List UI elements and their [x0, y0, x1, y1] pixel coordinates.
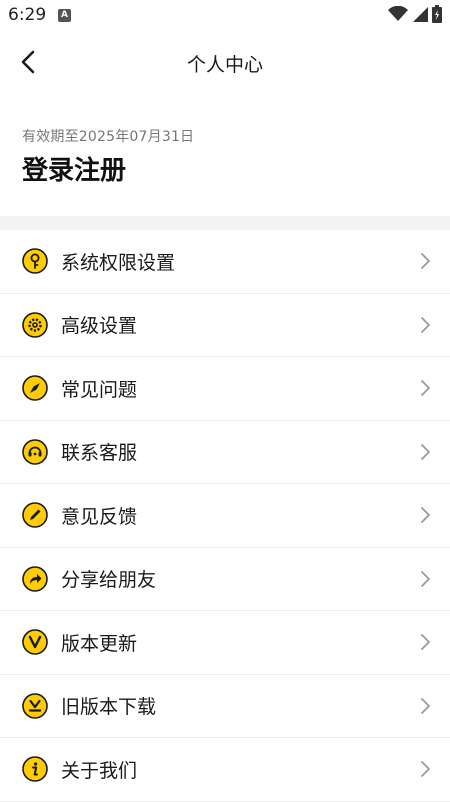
notification-badge: A [58, 9, 71, 22]
menu-label: 常见问题 [61, 378, 138, 401]
menu-label: 分享给朋友 [61, 569, 157, 592]
wifi-icon [388, 6, 408, 21]
section-divider [0, 216, 450, 230]
download-icon [22, 692, 48, 719]
status-time: 6:29 [8, 5, 47, 25]
share-icon [22, 565, 48, 592]
menu-item-about-us[interactable]: 关于我们 [0, 738, 450, 802]
menu-item-permissions[interactable]: 系统权限设置 [0, 230, 450, 294]
menu-label: 版本更新 [61, 632, 138, 655]
chevron-right-icon [421, 570, 430, 587]
signal-icon [413, 7, 428, 22]
settings-menu: 系统权限设置 高级设置 常见问题 联系客服 意见反馈 分享给朋友 版本更新 旧版… [0, 230, 450, 802]
menu-label: 系统权限设置 [61, 251, 176, 274]
battery-icon [432, 5, 442, 23]
status-icons [388, 5, 442, 23]
info-icon [22, 756, 48, 783]
page-title: 个人中心 [186, 54, 263, 76]
login-register-button[interactable]: 登录注册 [22, 150, 194, 187]
chevron-right-icon [421, 697, 430, 714]
chevron-right-icon [421, 316, 430, 333]
menu-item-feedback[interactable]: 意见反馈 [0, 484, 450, 548]
chevron-right-icon [421, 634, 430, 651]
menu-item-version-update[interactable]: 版本更新 [0, 611, 450, 675]
menu-item-faq[interactable]: 常见问题 [0, 357, 450, 421]
menu-item-share[interactable]: 分享给朋友 [0, 548, 450, 611]
menu-label: 关于我们 [61, 759, 138, 782]
status-bar: 6:29 A [0, 0, 450, 32]
compass-icon [22, 375, 48, 402]
profile-section: 有效期至2025年07月31日 登录注册 [22, 126, 194, 187]
menu-item-customer-service[interactable]: 联系客服 [0, 421, 450, 484]
menu-label: 意见反馈 [61, 505, 138, 528]
pencil-icon [22, 502, 48, 529]
expiry-text: 有效期至2025年07月31日 [22, 129, 195, 145]
menu-label: 联系客服 [61, 442, 138, 465]
chevron-right-icon [421, 253, 430, 270]
menu-label: 高级设置 [61, 315, 138, 338]
menu-item-old-version-download[interactable]: 旧版本下载 [0, 675, 450, 738]
menu-item-advanced-settings[interactable]: 高级设置 [0, 294, 450, 357]
key-icon [22, 248, 48, 275]
nav-bar: 个人中心 [0, 40, 450, 84]
menu-label: 旧版本下载 [61, 696, 157, 719]
chevron-right-icon [421, 761, 430, 778]
gear-icon [22, 311, 48, 338]
chevron-right-icon [421, 380, 430, 397]
version-icon [22, 629, 48, 656]
chevron-right-icon [421, 507, 430, 524]
headset-icon [22, 438, 48, 465]
chevron-right-icon [421, 443, 430, 460]
